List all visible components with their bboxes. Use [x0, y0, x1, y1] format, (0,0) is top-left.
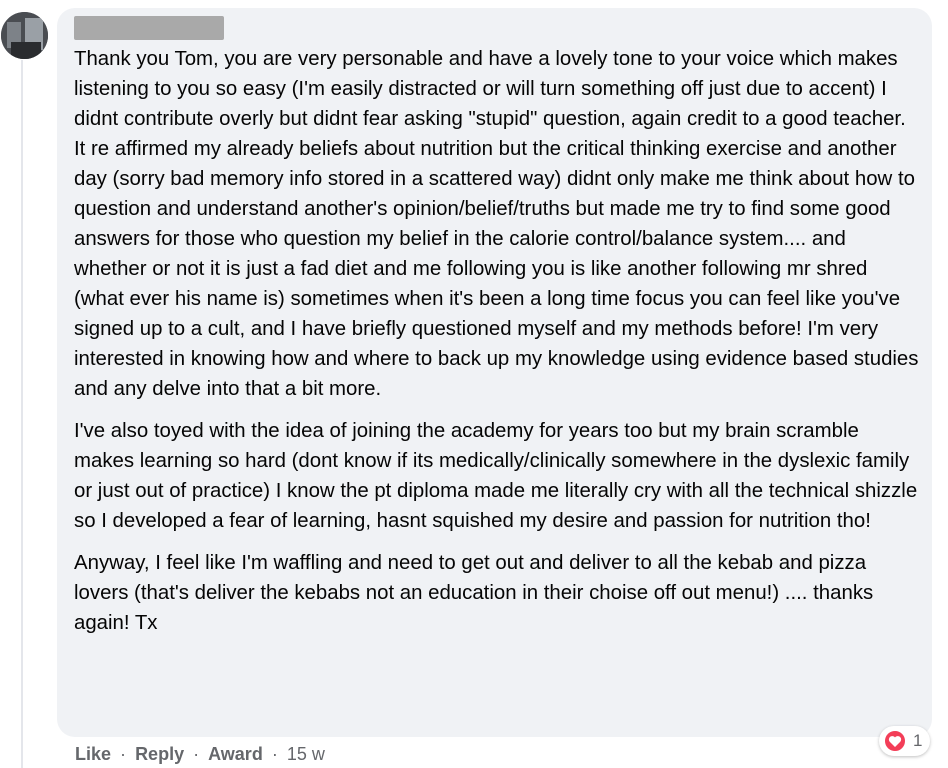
reactions-badge[interactable]: 1	[879, 726, 931, 756]
heart-icon	[883, 729, 907, 753]
avatar[interactable]	[1, 12, 48, 59]
like-button[interactable]: Like	[75, 744, 111, 764]
comment-paragraph: I've also toyed with the idea of joining…	[74, 420, 918, 532]
comment-body: Thank you Tom, you are very personable a…	[74, 44, 920, 638]
separator: ·	[271, 744, 278, 764]
avatar-image	[1, 12, 48, 59]
comment-bubble: Thank you Tom, you are very personable a…	[57, 8, 932, 737]
reaction-count: 1	[913, 731, 923, 750]
timestamp-link[interactable]: 15 w	[287, 744, 325, 764]
separator: ·	[193, 744, 200, 764]
author-name-redacted[interactable]	[74, 16, 224, 40]
award-button[interactable]: Award	[208, 744, 263, 764]
separator: ·	[120, 744, 127, 764]
comment-actions: Like · Reply · Award · 15 w	[75, 742, 325, 766]
comment-paragraph: Thank you Tom, you are very personable a…	[74, 48, 906, 130]
comment-paragraph: It re affirmed my already beliefs about …	[74, 138, 919, 400]
reply-button[interactable]: Reply	[135, 744, 184, 764]
thread-line	[21, 60, 23, 768]
comment-paragraph: Anyway, I feel like I'm waffling and nee…	[74, 552, 874, 634]
